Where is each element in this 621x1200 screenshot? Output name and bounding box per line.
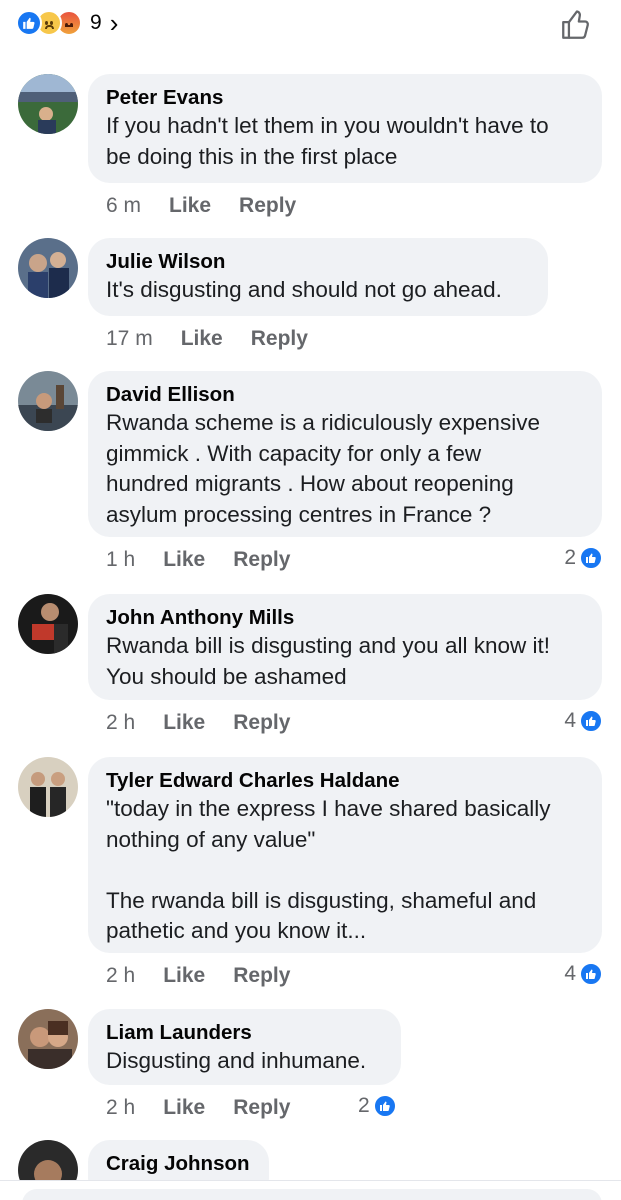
reply-button[interactable]: Reply	[233, 1096, 290, 1120]
comment-actions: 2 h Like Reply	[106, 1096, 290, 1120]
reactions-bar: 9 ›	[0, 0, 621, 52]
like-reaction-icon	[372, 1094, 397, 1118]
comment-text: Rwanda bill is disgusting and you all kn…	[106, 633, 550, 689]
like-button[interactable]: Like	[163, 1096, 205, 1120]
like-reaction-icon	[16, 10, 42, 36]
commenter-name[interactable]: Liam Launders	[106, 1020, 383, 1046]
avatar[interactable]	[18, 594, 78, 654]
like-button[interactable]: Like	[169, 194, 211, 218]
comment-bubble: John Anthony Mills Rwanda bill is disgus…	[88, 594, 602, 700]
comment-bubble: Peter Evans If you hadn't let them in yo…	[88, 74, 602, 183]
like-count-value: 4	[564, 962, 576, 985]
comment-like-count[interactable]: 4	[564, 962, 603, 986]
like-button[interactable]: Like	[163, 548, 205, 572]
comment-time[interactable]: 1 h	[106, 548, 135, 572]
comment-bubble: Liam Launders Disgusting and inhumane.	[88, 1009, 401, 1085]
thumbs-up-outline-icon[interactable]	[559, 8, 593, 42]
like-reaction-icon	[579, 962, 603, 986]
comment-bubble: Tyler Edward Charles Haldane "today in t…	[88, 757, 602, 953]
comment-actions: 2 h Like Reply	[106, 711, 290, 735]
avatar[interactable]	[18, 74, 78, 134]
like-count-value: 4	[564, 709, 576, 732]
comment-time[interactable]: 17 m	[106, 327, 153, 351]
avatar[interactable]	[18, 757, 78, 817]
commenter-name[interactable]: Tyler Edward Charles Haldane	[106, 768, 584, 794]
comment-actions: 17 m Like Reply	[106, 327, 308, 351]
avatar[interactable]	[18, 1009, 78, 1069]
avatar[interactable]	[18, 371, 78, 431]
comment-like-count[interactable]: 2	[358, 1094, 397, 1118]
reply-button[interactable]: Reply	[239, 194, 296, 218]
commenter-name[interactable]: Craig Johnson	[106, 1151, 251, 1177]
comment-actions: 1 h Like Reply	[106, 548, 290, 572]
comment-bubble: Julie Wilson It's disgusting and should …	[88, 238, 548, 316]
like-button[interactable]: Like	[163, 964, 205, 988]
commenter-name[interactable]: David Ellison	[106, 382, 584, 408]
like-reaction-icon	[579, 546, 603, 570]
comment-input[interactable]	[22, 1189, 602, 1200]
commenter-name[interactable]: Julie Wilson	[106, 249, 530, 275]
commenter-name[interactable]: John Anthony Mills	[106, 605, 584, 631]
avatar[interactable]	[18, 238, 78, 298]
reply-button[interactable]: Reply	[233, 711, 290, 735]
reply-button[interactable]: Reply	[251, 327, 308, 351]
comment-composer-bar	[0, 1180, 621, 1200]
like-reaction-icon	[579, 709, 603, 733]
comment-text: If you hadn't let them in you wouldn't h…	[106, 113, 549, 169]
like-button[interactable]: Like	[181, 327, 223, 351]
comment-text: It's disgusting and should not go ahead.	[106, 277, 502, 302]
reaction-count: 9	[90, 11, 102, 34]
reply-button[interactable]: Reply	[233, 964, 290, 988]
comment-time[interactable]: 2 h	[106, 1096, 135, 1120]
comment-text: Rwanda scheme is a ridiculously expensiv…	[106, 410, 540, 527]
like-button[interactable]: Like	[163, 711, 205, 735]
comment-actions: 2 h Like Reply	[106, 964, 290, 988]
reply-button[interactable]: Reply	[233, 548, 290, 572]
comment-time[interactable]: 2 h	[106, 964, 135, 988]
comment-text: Disgusting and inhumane.	[106, 1048, 367, 1073]
comment-text: "today in the express I have shared basi…	[106, 796, 551, 943]
comment-bubble: David Ellison Rwanda scheme is a ridicul…	[88, 371, 602, 537]
like-count-value: 2	[564, 546, 576, 569]
comment-actions: 6 m Like Reply	[106, 194, 296, 218]
comment-like-count[interactable]: 2	[564, 546, 603, 570]
comment-time[interactable]: 6 m	[106, 194, 141, 218]
commenter-name[interactable]: Peter Evans	[106, 85, 584, 111]
chevron-right-icon[interactable]: ›	[110, 10, 119, 36]
comment-time[interactable]: 2 h	[106, 711, 135, 735]
like-count-value: 2	[358, 1094, 370, 1117]
reaction-summary[interactable]: 9 ›	[16, 10, 118, 36]
comment-like-count[interactable]: 4	[564, 709, 603, 733]
